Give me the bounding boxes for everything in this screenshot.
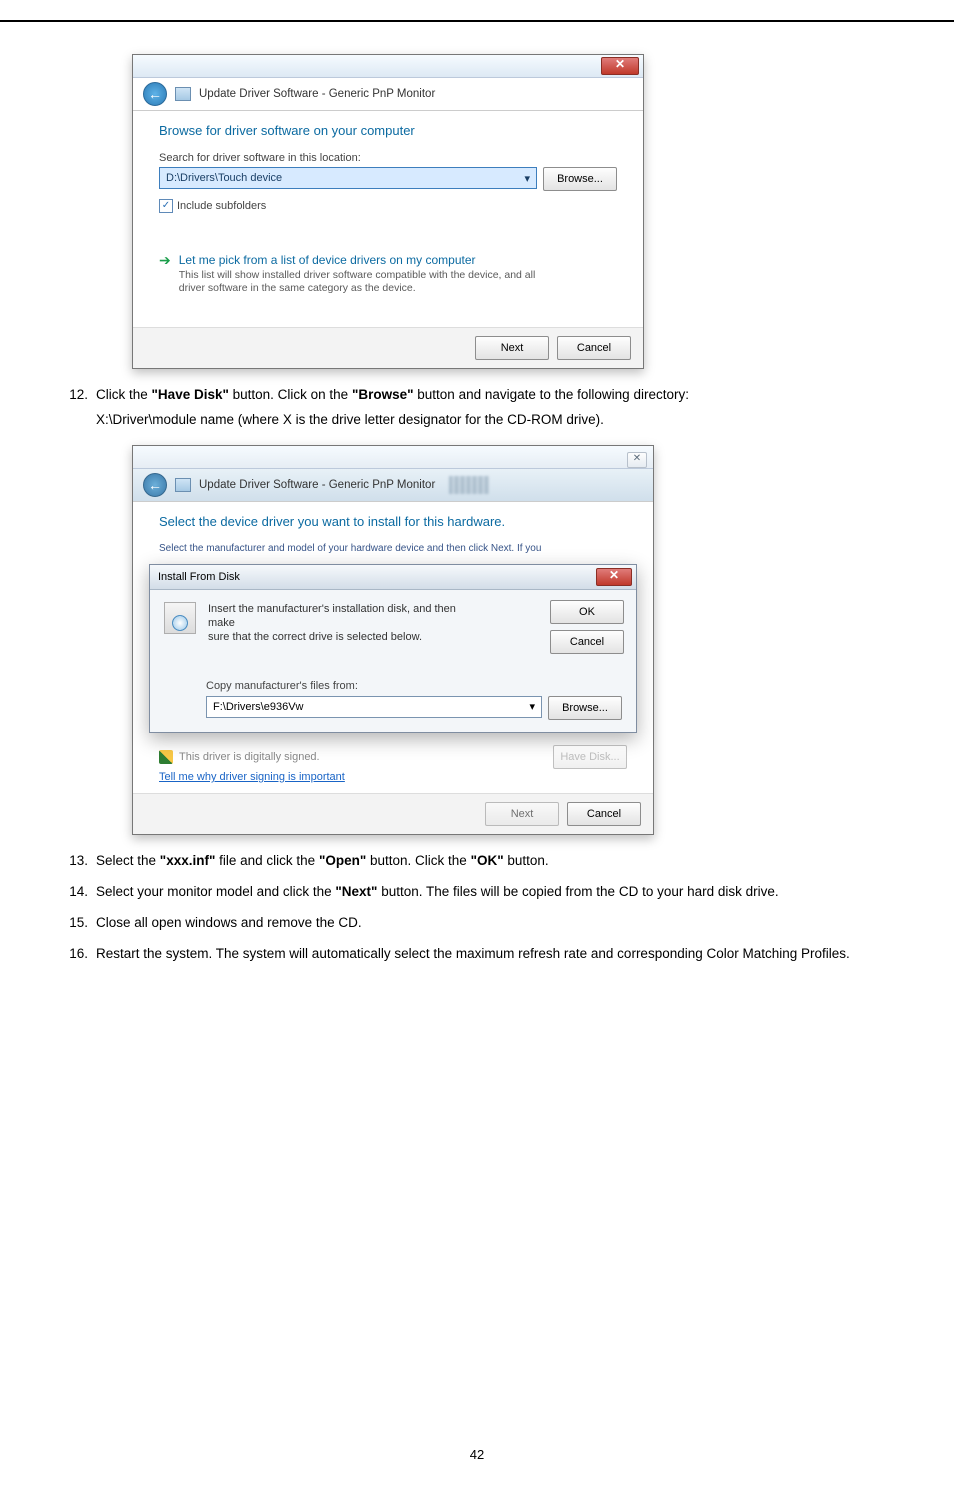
include-subfolders-checkbox[interactable]: ✓ <box>159 199 173 213</box>
hint-text: Select the manufacturer and model of you… <box>159 543 627 554</box>
option-desc-1: This list will show installed driver sof… <box>179 269 536 281</box>
chevron-down-icon[interactable]: ▾ <box>524 172 530 185</box>
monitor-icon <box>175 478 191 492</box>
wizard-header: ← Update Driver Software - Generic PnP M… <box>133 469 653 502</box>
step-14: Select your monitor model and click the … <box>96 880 894 905</box>
disk-icon <box>164 602 196 634</box>
option-desc-2: driver software in the same category as … <box>179 282 416 294</box>
close-icon[interactable]: ✕ <box>627 452 647 468</box>
step-number: 15. <box>60 911 88 936</box>
step-16: Restart the system. The system will auto… <box>96 942 894 967</box>
next-button[interactable]: Next <box>475 336 549 360</box>
titlebar: ✕ <box>133 55 643 78</box>
update-driver-dialog-select: ✕ ← Update Driver Software - Generic PnP… <box>132 445 654 835</box>
monitor-icon <box>175 87 191 101</box>
next-button[interactable]: Next <box>485 802 559 826</box>
sub-msg-2: sure that the correct drive is selected … <box>208 631 422 643</box>
have-disk-button[interactable]: Have Disk... <box>553 745 627 769</box>
path-value: D:\Drivers\Touch device <box>166 172 282 184</box>
cancel-button[interactable]: Cancel <box>567 802 641 826</box>
page-number: 42 <box>60 1447 894 1462</box>
pick-from-list-option[interactable]: ➔ Let me pick from a list of device driv… <box>159 253 617 295</box>
back-button[interactable]: ← <box>143 82 167 106</box>
copy-path-value: F:\Drivers\e936Vw <box>213 701 303 713</box>
step-number: 16. <box>60 942 88 967</box>
wizard-title: Update Driver Software - Generic PnP Mon… <box>199 88 435 100</box>
arrow-right-icon: ➔ <box>159 253 171 295</box>
close-icon[interactable]: ✕ <box>596 568 632 586</box>
sub-msg-1: Insert the manufacturer's installation d… <box>208 603 456 629</box>
signing-info-link[interactable]: Tell me why driver signing is important <box>133 771 371 793</box>
update-driver-dialog-browse: ✕ ← Update Driver Software - Generic PnP… <box>132 54 644 369</box>
sub-title: Install From Disk <box>158 571 240 583</box>
path-input[interactable]: D:\Drivers\Touch device ▾ <box>159 167 537 189</box>
install-from-disk-dialog: Install From Disk ✕ Insert the manufactu… <box>149 564 637 733</box>
arrow-left-icon: ← <box>148 86 162 102</box>
browse-button[interactable]: Browse... <box>543 167 617 191</box>
wizard-header: ← Update Driver Software - Generic PnP M… <box>133 78 643 111</box>
option-title: Let me pick from a list of device driver… <box>179 253 536 267</box>
cancel-button[interactable]: Cancel <box>557 336 631 360</box>
step-15: Close all open windows and remove the CD… <box>96 911 894 936</box>
signed-text: This driver is digitally signed. <box>179 751 320 763</box>
dialog-heading: Select the device driver you want to ins… <box>159 514 627 529</box>
sub-titlebar: Install From Disk ✕ <box>150 565 636 590</box>
close-icon[interactable]: ✕ <box>601 57 639 75</box>
titlebar: ✕ <box>133 446 653 469</box>
step-number: 12. <box>60 383 88 433</box>
step-12: Click the "Have Disk" button. Click on t… <box>96 383 894 433</box>
step-number: 14. <box>60 880 88 905</box>
search-label: Search for driver software in this locat… <box>159 152 617 164</box>
ok-button[interactable]: OK <box>550 600 624 624</box>
arrow-left-icon: ← <box>148 477 162 493</box>
dialog-heading: Browse for driver software on your compu… <box>159 123 617 138</box>
step-number: 13. <box>60 849 88 874</box>
chevron-down-icon[interactable]: ▾ <box>529 700 535 713</box>
copy-path-input[interactable]: F:\Drivers\e936Vw ▾ <box>206 696 542 718</box>
step-13: Select the "xxx.inf" file and click the … <box>96 849 894 874</box>
copy-from-label: Copy manufacturer's files from: <box>206 680 622 692</box>
shield-icon <box>159 750 173 764</box>
cancel-button[interactable]: Cancel <box>550 630 624 654</box>
back-button[interactable]: ← <box>143 473 167 497</box>
include-subfolders-label: Include subfolders <box>177 200 266 212</box>
wizard-title: Update Driver Software - Generic PnP Mon… <box>199 479 435 491</box>
browse-button[interactable]: Browse... <box>548 696 622 720</box>
